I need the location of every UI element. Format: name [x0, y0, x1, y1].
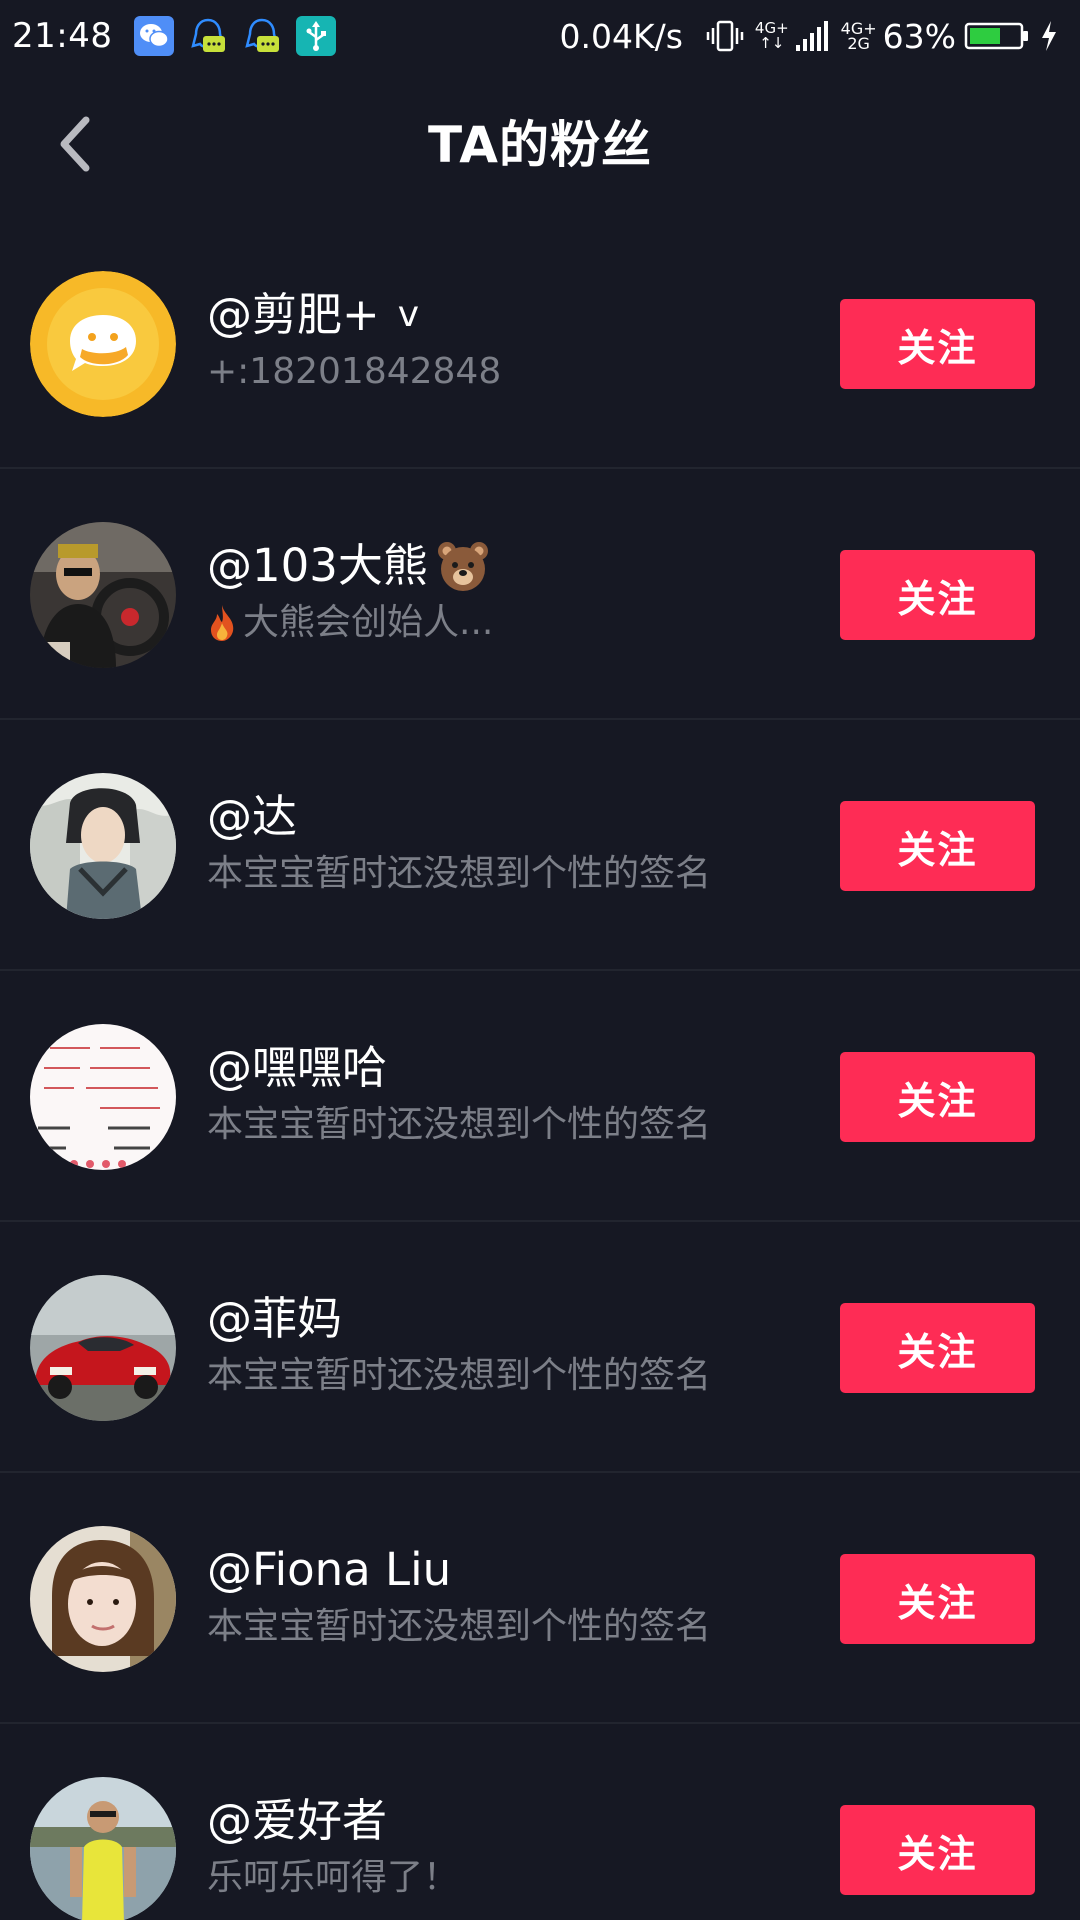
user-info: @103大熊 大熊会创始人...	[207, 537, 827, 651]
avatar[interactable]	[30, 271, 176, 417]
follower-list: @剪肥+ v +:18201842848 关注 @103大熊 大熊会创始人...…	[0, 218, 1080, 1920]
status-left: 21:48	[12, 16, 350, 56]
wechat-icon	[134, 16, 175, 56]
user-bio: +:18201842848	[207, 351, 502, 392]
list-item[interactable]: @爱好者 乐呵乐呵得了！ 关注	[0, 1724, 1080, 1920]
user-info: @爱好者 乐呵乐呵得了！	[207, 1792, 827, 1906]
user-bio: 本宝宝暂时还没想到个性的签名	[207, 1355, 712, 1396]
qq-icon	[188, 16, 228, 56]
user-bio: 大熊会创始人...	[207, 595, 827, 651]
header: TA的粉丝	[0, 72, 1080, 218]
follow-button[interactable]: 关注	[840, 550, 1035, 640]
yellow-chat-logo-icon	[30, 271, 176, 417]
user-bio: 乐呵乐呵得了！	[207, 1857, 460, 1898]
signal-icon	[795, 19, 831, 53]
usb-icon	[296, 16, 337, 56]
network-type-2-bottom: 2G	[847, 34, 870, 53]
follow-button[interactable]: 关注	[840, 1554, 1035, 1644]
vibrate-icon	[705, 16, 745, 56]
user-name[interactable]: @菲妈	[207, 1290, 827, 1348]
battery-icon	[964, 21, 1030, 51]
red-sports-car-photo-icon	[30, 1275, 176, 1421]
man-by-lake-photo-icon	[30, 1777, 176, 1920]
list-item[interactable]: @嘿嘿哈 本宝宝暂时还没想到个性的签名 关注	[0, 971, 1080, 1222]
avatar[interactable]	[30, 1275, 176, 1421]
follow-button[interactable]: 关注	[840, 299, 1035, 389]
app-screen: 21:48 0.04K/s 4G+ ↑↓ 4G+ 2G 63% TA的粉丝 @剪…	[0, 0, 1080, 1920]
user-bio: 本宝宝暂时还没想到个性的签名	[207, 1606, 712, 1647]
network-type-1-bottom: ↑↓	[759, 34, 785, 52]
follow-button[interactable]: 关注	[840, 1052, 1035, 1142]
list-item[interactable]: @Fiona Liu 本宝宝暂时还没想到个性的签名 关注	[0, 1473, 1080, 1724]
status-time: 21:48	[12, 16, 113, 56]
network-type-2: 4G+ 2G	[841, 21, 877, 53]
avatar[interactable]	[30, 1526, 176, 1672]
avatar[interactable]	[30, 773, 176, 919]
battery-percent: 63%	[882, 16, 956, 56]
list-item[interactable]: @菲妈 本宝宝暂时还没想到个性的签名 关注	[0, 1222, 1080, 1473]
fire-emoji-icon	[211, 605, 234, 641]
network-type-1: 4G+ ↑↓	[755, 21, 789, 51]
user-name-text: @103大熊	[207, 539, 428, 592]
ink-portrait-photo-icon	[30, 773, 176, 919]
battery-fill	[970, 28, 1000, 44]
list-item[interactable]: @103大熊 大熊会创始人... 关注	[0, 469, 1080, 720]
qq-icon	[242, 16, 282, 56]
user-info: @Fiona Liu 本宝宝暂时还没想到个性的签名	[207, 1541, 827, 1655]
user-info: @达 本宝宝暂时还没想到个性的签名	[207, 788, 827, 902]
network-speed: 0.04K/s	[559, 16, 683, 56]
bear-emoji-icon	[437, 542, 488, 591]
user-bio: 本宝宝暂时还没想到个性的签名	[207, 853, 712, 894]
user-name[interactable]: @爱好者	[207, 1792, 827, 1850]
list-item[interactable]: @达 本宝宝暂时还没想到个性的签名 关注	[0, 720, 1080, 971]
user-name[interactable]: @剪肥+ v	[207, 286, 827, 344]
list-item[interactable]: @剪肥+ v +:18201842848 关注	[0, 218, 1080, 469]
follow-button[interactable]: 关注	[840, 1303, 1035, 1393]
user-name[interactable]: @达	[207, 788, 827, 846]
user-info: @剪肥+ v +:18201842848	[207, 286, 827, 400]
page-title: TA的粉丝	[428, 116, 652, 174]
follow-button[interactable]: 关注	[840, 801, 1035, 891]
status-right: 0.04K/s 4G+ ↑↓ 4G+ 2G 63%	[559, 16, 1068, 56]
man-in-car-photo-icon	[30, 522, 176, 668]
user-info: @嘿嘿哈 本宝宝暂时还没想到个性的签名	[207, 1039, 827, 1153]
text-card-image-icon	[30, 1024, 176, 1170]
user-name-text: @剪肥+	[207, 288, 380, 341]
status-bar: 21:48 0.04K/s 4G+ ↑↓ 4G+ 2G 63%	[0, 0, 1080, 72]
user-bio: 本宝宝暂时还没想到个性的签名	[207, 1104, 712, 1145]
woman-selfie-photo-icon	[30, 1526, 176, 1672]
charging-icon	[1040, 20, 1058, 52]
user-name[interactable]: @Fiona Liu	[207, 1541, 827, 1599]
avatar[interactable]	[30, 522, 176, 668]
follow-button[interactable]: 关注	[840, 1805, 1035, 1895]
user-name[interactable]: @103大熊	[207, 537, 827, 595]
user-bio-text: 大熊会创始人...	[243, 602, 494, 643]
avatar[interactable]	[30, 1777, 176, 1920]
avatar[interactable]	[30, 1024, 176, 1170]
verify-mark: v	[397, 294, 420, 335]
user-name[interactable]: @嘿嘿哈	[207, 1039, 827, 1097]
user-info: @菲妈 本宝宝暂时还没想到个性的签名	[207, 1290, 827, 1404]
